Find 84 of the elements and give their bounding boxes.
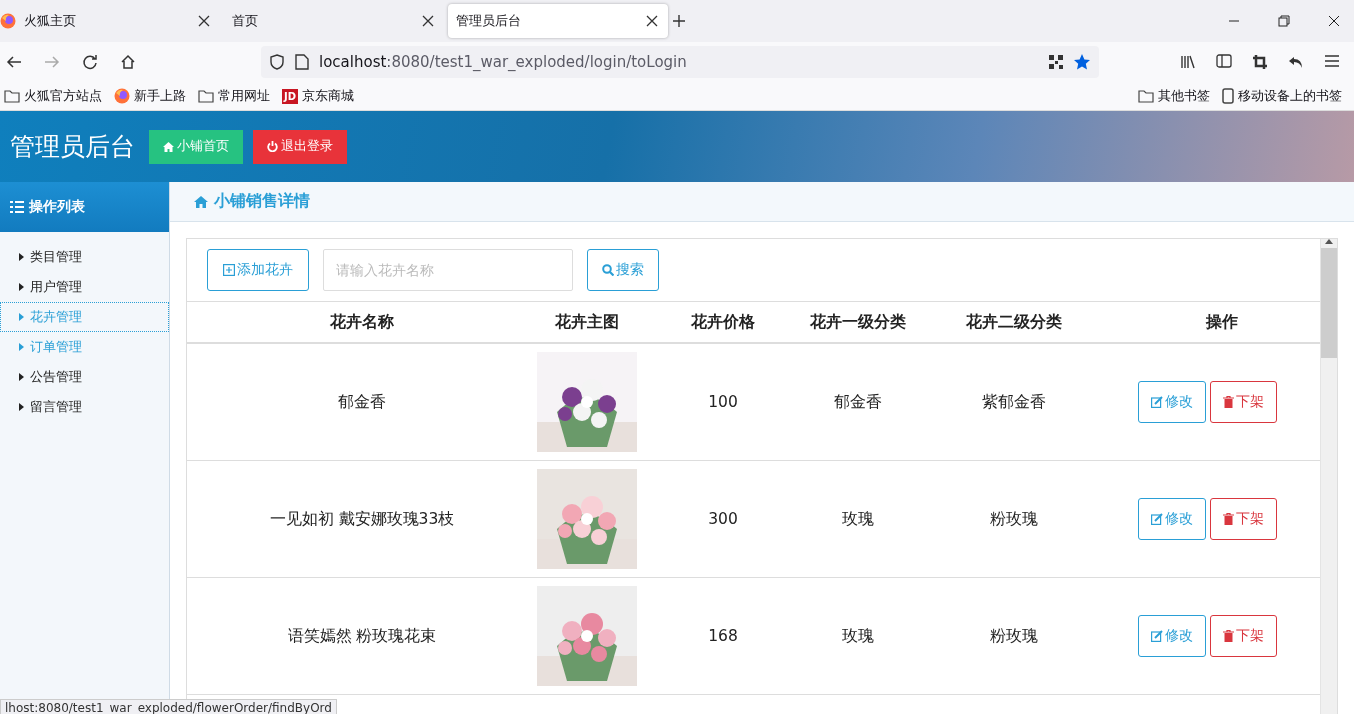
caret-icon xyxy=(19,343,24,351)
table-cell: 粉玫瑰 xyxy=(907,577,1121,695)
jd-logo: JD xyxy=(282,88,299,104)
caret-icon xyxy=(19,313,24,321)
home-icon[interactable] xyxy=(120,54,136,70)
edit-icon xyxy=(1150,396,1163,408)
column-header: 花卉二级分类 xyxy=(907,302,1121,343)
trash-icon xyxy=(1222,513,1234,525)
trash-icon xyxy=(1222,396,1234,408)
shield-icon xyxy=(269,54,285,70)
caret-icon xyxy=(19,373,24,381)
table-cell: 300 xyxy=(637,460,809,578)
remove-button[interactable]: 下架 xyxy=(1209,615,1277,657)
sidebar-item[interactable]: 公告管理 xyxy=(0,362,169,392)
power-icon xyxy=(267,141,278,152)
table-cell: 168 xyxy=(637,577,809,695)
column-header: 花卉一级分类 xyxy=(809,302,907,343)
browser-tab[interactable]: 管理员后台 xyxy=(448,4,668,38)
close-icon[interactable] xyxy=(422,15,434,27)
column-header: 花卉名称 xyxy=(187,302,537,343)
new-tab-icon[interactable] xyxy=(672,14,686,28)
column-header: 花卉价格 xyxy=(637,302,809,343)
table-cell: 玫瑰 xyxy=(809,460,907,578)
reload-icon[interactable] xyxy=(82,54,98,70)
search-icon xyxy=(602,264,614,276)
list-icon xyxy=(10,201,24,213)
firefox-icon xyxy=(114,88,130,104)
scrollbar-thumb[interactable] xyxy=(1321,248,1337,358)
page-title-bar: 小铺销售详情 xyxy=(170,182,1354,222)
sidebar-icon[interactable] xyxy=(1216,54,1232,68)
url-text: localhost:8080/test1_war_exploded/login/toLogin xyxy=(319,53,688,71)
table-cell: 紫郁金香 xyxy=(907,343,1121,461)
qr-code-icon[interactable] xyxy=(1049,55,1063,69)
firefox-icon xyxy=(0,13,16,29)
edit-icon xyxy=(1150,630,1163,642)
sidebar-item[interactable]: 用户管理 xyxy=(0,272,169,302)
table-cell: 100 xyxy=(637,343,809,461)
plus-square-icon xyxy=(223,264,235,276)
close-icon[interactable] xyxy=(646,15,658,27)
search-field[interactable]: 请输入花卉名称 xyxy=(323,249,573,291)
column-header: 花卉主图 xyxy=(537,302,637,343)
close-icon[interactable] xyxy=(198,15,210,27)
browser-tab[interactable]: 火狐主页 xyxy=(0,4,220,38)
home-icon xyxy=(163,141,174,152)
bookmark-link[interactable]: 移动设备上的书签 xyxy=(1222,87,1342,105)
trash-icon xyxy=(1222,630,1234,642)
status-bar: lhost:8080/test1_war_exploded/flowerOrder/findByOrd xyxy=(0,699,337,714)
bookmark-link[interactable]: JD 京东商城 xyxy=(282,87,355,105)
back-icon[interactable] xyxy=(6,54,22,70)
table-cell: 郁金香 xyxy=(809,343,907,461)
table-cell: 玫瑰 xyxy=(809,577,907,695)
sidebar-item[interactable]: 类目管理 xyxy=(0,242,169,272)
scrollbar[interactable] xyxy=(1320,239,1337,714)
scroll-up-icon[interactable] xyxy=(1325,239,1333,244)
logout-button[interactable]: 退出登录 xyxy=(253,129,347,164)
caret-icon xyxy=(19,253,24,261)
home-icon xyxy=(194,195,208,208)
undo-icon[interactable] xyxy=(1288,54,1304,70)
sidebar-item[interactable]: 留言管理 xyxy=(0,392,169,422)
folder-icon xyxy=(198,89,214,103)
folder-icon xyxy=(1138,89,1154,103)
library-icon[interactable] xyxy=(1180,54,1196,70)
browser-tab[interactable]: 首页 xyxy=(224,4,444,38)
caret-icon xyxy=(19,283,24,291)
bookmark-link[interactable]: 常用网址 xyxy=(198,87,270,105)
bookmark-link[interactable]: 火狐官方站点 xyxy=(4,87,102,105)
remove-button[interactable]: 下架 xyxy=(1209,381,1277,423)
menu-icon[interactable] xyxy=(1324,54,1340,68)
bookmark-link[interactable]: 其他书签 xyxy=(1138,87,1210,105)
page-icon xyxy=(295,54,309,70)
close-icon[interactable] xyxy=(1328,15,1340,27)
crop-icon[interactable] xyxy=(1252,54,1268,70)
folder-icon xyxy=(4,89,20,103)
table-cell: 粉玫瑰 xyxy=(907,460,1121,578)
bookmark-link[interactable]: 新手上路 xyxy=(114,87,186,105)
app-title: 管理员后台 xyxy=(10,131,135,163)
phone-icon xyxy=(1222,88,1234,104)
restore-icon[interactable] xyxy=(1278,15,1290,27)
edit-icon xyxy=(1150,513,1163,525)
address-bar[interactable]: localhost:8080/test1_war_exploded/login/toLogin xyxy=(261,46,1099,78)
star-icon[interactable] xyxy=(1073,53,1091,71)
remove-button[interactable]: 下架 xyxy=(1209,498,1277,540)
caret-icon xyxy=(19,403,24,411)
sidebar-header: 操作列表 xyxy=(0,182,169,232)
